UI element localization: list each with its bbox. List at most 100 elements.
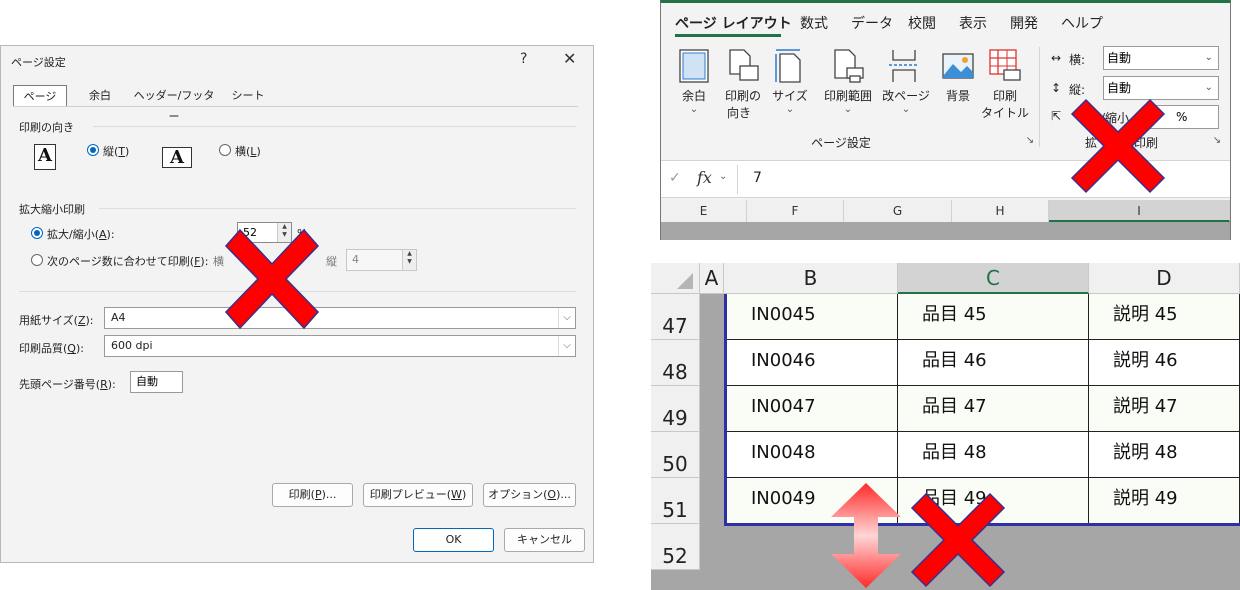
paper-size-label: 用紙サイズ(Z): [19,314,94,327]
select-all-triangle-icon [677,273,693,289]
portrait-radio[interactable] [87,144,99,156]
page-setup-group-label: ページ設定 [811,136,871,150]
first-page-key: R [100,378,108,391]
adjust-radio[interactable] [31,227,43,239]
formula-input[interactable]: 7 [753,170,762,186]
background-label[interactable]: 背景 [938,87,978,104]
row-header[interactable]: 47 [651,294,700,340]
tab-page-layout[interactable]: ページ レイアウト [675,13,792,33]
tab-page[interactable]: ページ [13,85,67,107]
tab-developer[interactable]: 開発 [1010,13,1038,33]
cell-d[interactable]: 説明 48 [1089,432,1240,478]
print-area-label[interactable]: 印刷範囲 [817,87,879,104]
margins-icon[interactable] [677,48,711,84]
column-header-h[interactable]: H [952,200,1049,222]
cell-d[interactable]: 説明 45 [1089,294,1240,340]
row-header[interactable]: 52 [651,524,700,570]
first-page-label: 先頭ページ番号(R): [19,378,116,391]
cell-d[interactable]: 説明 46 [1089,340,1240,386]
width-label: 横: [1069,53,1086,67]
fit-label[interactable]: 次のページ数に合わせて印刷(F): [47,253,208,269]
landscape-radio[interactable] [219,144,231,156]
print-titles-label-1[interactable]: 印刷 [985,87,1025,104]
cancel-button[interactable]: キャンセル [504,528,585,552]
chevron-down-icon: ⌄ [689,104,699,115]
cell-c[interactable]: 品目 48 [898,432,1089,478]
print-button[interactable]: 印刷(P)... [272,483,353,507]
cell-d[interactable]: 説明 49 [1089,478,1240,524]
cell-c[interactable]: 品目 45 [898,294,1089,340]
chevron-down-icon[interactable]: ⌄ [719,171,727,182]
dialog-launcher-icon[interactable]: ↘ [1210,135,1224,146]
first-page-input[interactable]: 自動 [130,371,183,393]
orientation-label-1[interactable]: 印刷の [721,87,765,104]
row-header[interactable]: 48 [651,340,700,386]
help-button[interactable]: ? [520,51,527,67]
orientation-label-2[interactable]: 向き [719,104,759,121]
dialog-launcher-icon[interactable]: ↘ [1023,135,1037,146]
row-header[interactable]: 49 [651,386,700,432]
row-header[interactable]: 51 [651,478,700,524]
fx-icon[interactable]: fx [697,168,712,187]
tab-review[interactable]: 校閲 [908,13,936,33]
column-header-d[interactable]: D [1089,263,1240,294]
breaks-icon[interactable] [887,48,921,84]
portrait-label[interactable]: 縦(T) [103,143,129,159]
options-button[interactable]: オプション(O)... [483,483,576,507]
x-mark-icon [910,492,1006,588]
print-quality-select[interactable]: 600 dpi ⌵ [104,335,576,357]
column-header-f[interactable]: F [747,200,844,222]
margins-label[interactable]: 余白 [675,87,713,104]
cell-d[interactable]: 説明 47 [1089,386,1240,432]
size-icon[interactable] [772,48,806,84]
tab-view[interactable]: 表示 [959,13,987,33]
tab-margins[interactable]: 余白 [75,85,125,107]
chevron-down-icon: ⌵ [558,308,575,328]
close-button[interactable]: ✕ [563,49,576,68]
paper-size-select[interactable]: A4 ⌵ [104,307,576,329]
row-header[interactable]: 50 [651,432,700,478]
breaks-label[interactable]: 改ページ [879,87,933,104]
cell-b[interactable]: IN0048 [727,432,898,478]
column-header-b[interactable]: B [724,263,898,294]
tab-data[interactable]: データ [851,13,893,33]
checkmark-icon[interactable]: ✓ [669,170,681,186]
landscape-label[interactable]: 横(L) [235,143,261,159]
spin-buttons[interactable]: ▲ ▼ [402,250,416,270]
adjust-key: A [99,228,107,241]
cell-b[interactable]: IN0046 [727,340,898,386]
cell-b[interactable]: IN0045 [727,294,898,340]
cell-b[interactable]: IN0047 [727,386,898,432]
column-header-c[interactable]: C [898,263,1089,294]
width-select[interactable]: 自動 ⌄ [1103,46,1219,70]
orientation-section-label: 印刷の向き [19,121,74,134]
print-preview-button[interactable]: 印刷プレビュー(W) [363,483,473,507]
size-label[interactable]: サイズ [768,87,812,104]
fit-tall-spinner[interactable]: 4 ▲ ▼ [346,249,417,271]
column-header-i[interactable]: I [1049,200,1230,222]
adjust-label[interactable]: 拡大/縮小(A): [47,226,115,242]
background-icon[interactable] [941,48,975,84]
fit-radio[interactable] [31,254,43,266]
orientation-icon[interactable] [726,48,760,84]
column-header-g[interactable]: G [844,200,952,222]
ok-button[interactable]: OK [413,528,494,552]
dialog-title: ページ設定 [11,56,66,69]
tab-help[interactable]: ヘルプ [1061,13,1103,33]
select-all-corner[interactable] [651,263,700,294]
cell-c[interactable]: 品目 47 [898,386,1089,432]
cell-c[interactable]: 品目 46 [898,340,1089,386]
quality-label: 印刷品質(Q): [19,342,84,355]
fit-key: F [194,255,201,268]
paper-size-value: A4 [111,311,126,324]
print-area-icon[interactable] [831,48,865,84]
tab-sheet[interactable]: シート [223,85,273,107]
print-titles-label-2[interactable]: タイトル [981,104,1029,121]
landscape-icon: A [162,147,192,168]
tab-formulas[interactable]: 数式 [800,13,828,33]
column-header-e[interactable]: E [661,200,747,222]
print-titles-icon[interactable] [988,48,1022,84]
tab-header-footer[interactable]: ヘッダー/フッター [131,85,217,123]
chevron-down-icon: ⌄ [1204,82,1213,93]
column-header-a[interactable]: A [700,263,724,294]
